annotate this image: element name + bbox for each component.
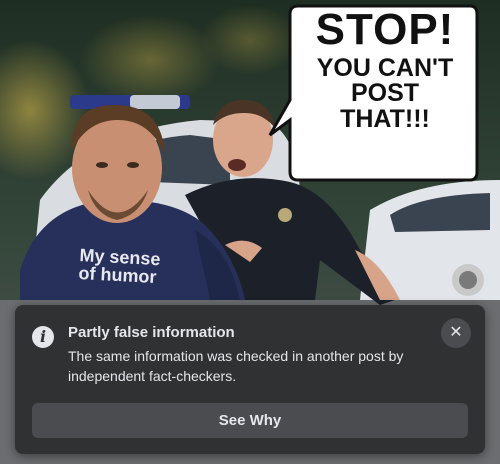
info-icon: i xyxy=(32,326,54,348)
fact-check-notice: i Partly false information The same info… xyxy=(15,305,485,454)
speech-line-that: THAT!!! xyxy=(340,104,430,133)
close-button[interactable]: ✕ xyxy=(441,318,471,348)
see-why-button[interactable]: See Why xyxy=(32,403,468,438)
speech-bubble-text: STOP! YOU CAN'T POST THAT!!! xyxy=(293,5,477,133)
speech-line-stop: STOP! xyxy=(315,5,455,54)
close-icon: ✕ xyxy=(449,324,463,341)
shirt-line-2: of humor xyxy=(78,262,158,288)
notice-title: Partly false information xyxy=(68,324,235,341)
speech-line-post: POST xyxy=(350,79,420,108)
notice-description: The same information was checked in anot… xyxy=(68,348,404,384)
speech-line-you-cant: YOU CAN'T xyxy=(316,53,454,82)
shirt-caption: My sense of humor xyxy=(78,245,161,288)
